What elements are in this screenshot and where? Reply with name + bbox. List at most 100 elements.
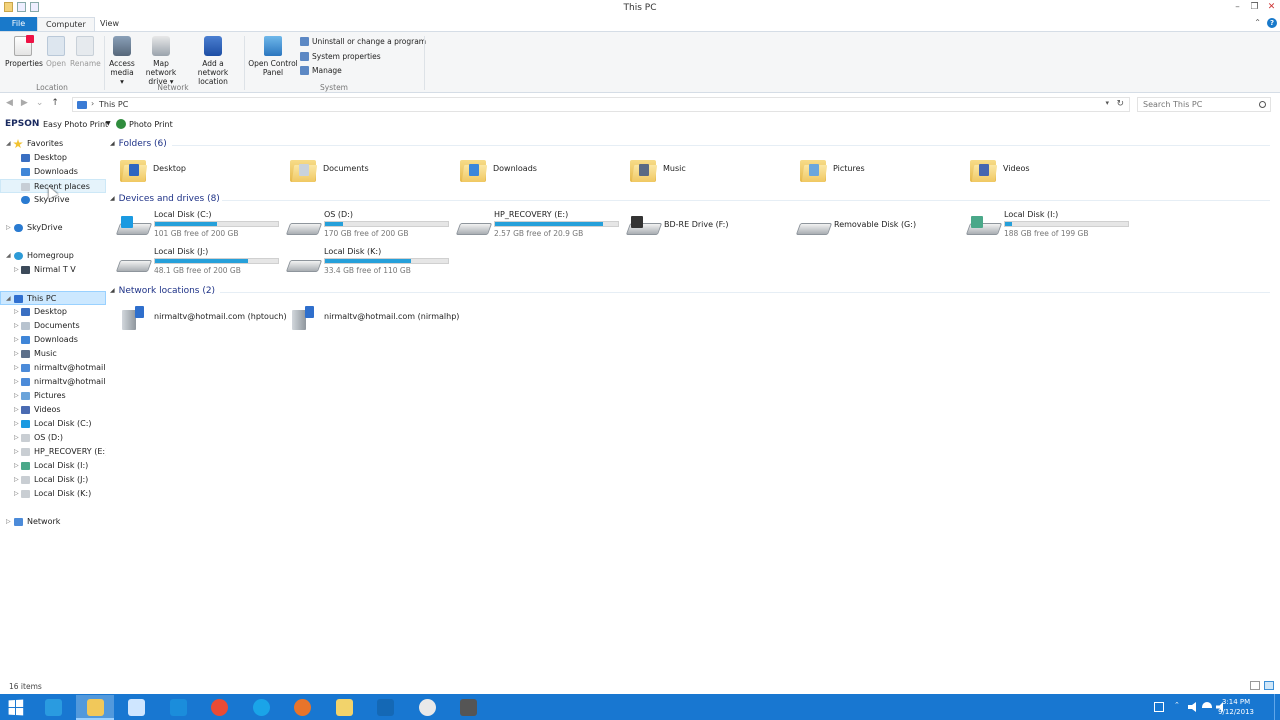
- open-control-panel-button[interactable]: Open Control Panel: [248, 36, 298, 77]
- wifi-icon[interactable]: [1202, 702, 1212, 712]
- recent-chevron-icon[interactable]: ⌄: [36, 98, 44, 108]
- taskbar-sketch-button[interactable]: [117, 695, 155, 720]
- drive-tile[interactable]: Local Disk (C:) 101 GB free of 200 GB: [110, 210, 279, 244]
- nav-pc-pictures[interactable]: ▷ Pictures: [0, 389, 106, 403]
- minimize-ribbon-icon[interactable]: ⌃: [1254, 18, 1261, 28]
- nav-homegroup[interactable]: ◢ Homegroup: [0, 249, 106, 263]
- network-location-tile[interactable]: nirmaltv@hotmail.com (hptouch): [110, 302, 287, 336]
- nav-fav-downloads[interactable]: Downloads: [0, 165, 106, 179]
- expand-arrow-icon[interactable]: ▷: [14, 361, 21, 375]
- nav-pc-drive-i[interactable]: ▷ Local Disk (I:): [0, 459, 106, 473]
- nav-pc-network-location-1[interactable]: ▷ nirmaltv@hotmail.c: [0, 361, 106, 375]
- refresh-icon[interactable]: ↻: [1116, 99, 1124, 109]
- taskbar-start-ie-button[interactable]: [34, 695, 72, 720]
- uninstall-program-button[interactable]: Uninstall or change a program: [300, 37, 426, 46]
- expand-arrow-icon[interactable]: ▷: [14, 347, 21, 361]
- group-network-header[interactable]: ◢ Network locations (2): [110, 286, 215, 296]
- nav-pc-videos[interactable]: ▷ Videos: [0, 403, 106, 417]
- search-box[interactable]: [1137, 97, 1271, 112]
- rename-button[interactable]: Rename: [70, 36, 101, 68]
- help-icon[interactable]: ?: [1267, 18, 1277, 28]
- folder-tile[interactable]: Videos: [960, 154, 1128, 188]
- flag-icon[interactable]: [1188, 702, 1196, 712]
- clock[interactable]: 3:14 PM 9/12/2013: [1218, 697, 1254, 717]
- open-button[interactable]: Open: [44, 36, 68, 68]
- expand-arrow-icon[interactable]: ▷: [14, 473, 21, 487]
- nav-pc-drive-j[interactable]: ▷ Local Disk (J:): [0, 473, 106, 487]
- access-media-button[interactable]: Access media ▾: [108, 36, 136, 86]
- collapse-arrow-icon[interactable]: ◢: [110, 287, 115, 294]
- minimize-button[interactable]: –: [1229, 0, 1246, 14]
- maximize-button[interactable]: ❐: [1246, 0, 1263, 14]
- details-view-icon[interactable]: [1250, 681, 1260, 690]
- start-button-icon[interactable]: [8, 699, 25, 716]
- nav-homegroup-user[interactable]: ▷ Nirmal T V: [0, 263, 106, 277]
- taskbar-firefox-button[interactable]: [283, 695, 321, 720]
- search-icon[interactable]: [1259, 101, 1266, 108]
- collapse-arrow-icon[interactable]: ◢: [6, 249, 13, 263]
- collapse-arrow-icon[interactable]: ◢: [110, 140, 115, 147]
- drive-tile[interactable]: Local Disk (J:) 48.1 GB free of 200 GB: [110, 247, 279, 281]
- group-devices-header[interactable]: ◢ Devices and drives (8): [110, 194, 220, 204]
- taskbar-folder-button[interactable]: [325, 695, 363, 720]
- manage-button[interactable]: Manage: [300, 66, 342, 75]
- taskbar-talk-button[interactable]: [408, 695, 446, 720]
- properties-button[interactable]: Properties: [5, 35, 43, 68]
- drive-tile[interactable]: OS (D:) 170 GB free of 200 GB: [280, 210, 449, 244]
- taskbar-chrome-button[interactable]: [200, 695, 238, 720]
- drive-tile[interactable]: Local Disk (K:) 33.4 GB free of 110 GB: [280, 247, 449, 281]
- group-folders-header[interactable]: ◢ Folders (6): [110, 139, 167, 149]
- nav-pc-music[interactable]: ▷ Music: [0, 347, 106, 361]
- search-input[interactable]: [1143, 100, 1253, 109]
- nav-pc-desktop[interactable]: ▷ Desktop: [0, 305, 106, 319]
- expand-arrow-icon[interactable]: ▷: [14, 445, 21, 459]
- nav-fav-desktop[interactable]: Desktop: [0, 151, 106, 165]
- map-network-drive-button[interactable]: Map network drive ▾: [137, 36, 185, 86]
- collapse-arrow-icon[interactable]: ◢: [6, 292, 13, 304]
- network-location-tile[interactable]: nirmaltv@hotmail.com (nirmalhp): [280, 302, 459, 336]
- address-dropdown-icon[interactable]: ▾: [1105, 99, 1109, 107]
- nav-network[interactable]: ▷ Network: [0, 515, 106, 529]
- keyboard-icon[interactable]: [1154, 702, 1164, 712]
- breadcrumb-this-pc[interactable]: This PC: [99, 100, 128, 109]
- nav-pc-drive-k[interactable]: ▷ Local Disk (K:): [0, 487, 106, 501]
- folder-tile[interactable]: Music: [620, 154, 788, 188]
- easy-photo-print-button[interactable]: Easy Photo Print: [43, 120, 108, 129]
- drive-tile[interactable]: Local Disk (I:) 188 GB free of 199 GB: [960, 210, 1129, 244]
- expand-arrow-icon[interactable]: ▷: [14, 389, 21, 403]
- drive-tile[interactable]: Removable Disk (G:): [790, 210, 958, 244]
- taskbar-twitter-button[interactable]: [159, 695, 197, 720]
- folder-tile[interactable]: Desktop: [110, 154, 278, 188]
- nav-favorites[interactable]: ◢ Favorites: [0, 137, 106, 151]
- expand-arrow-icon[interactable]: ▷: [14, 305, 21, 319]
- nav-this-pc[interactable]: ◢ This PC: [0, 291, 106, 305]
- expand-arrow-icon[interactable]: ▷: [14, 417, 21, 431]
- folder-tile[interactable]: Documents: [280, 154, 448, 188]
- taskbar-file-explorer-button[interactable]: [75, 695, 114, 720]
- expand-arrow-icon[interactable]: ▷: [14, 459, 21, 473]
- expand-arrow-icon[interactable]: ▷: [14, 375, 21, 389]
- nav-pc-downloads[interactable]: ▷ Downloads: [0, 333, 106, 347]
- taskbar-outlook-button[interactable]: [366, 695, 404, 720]
- nav-pc-drive-c[interactable]: ▷ Local Disk (C:): [0, 417, 106, 431]
- expand-arrow-icon[interactable]: ▷: [14, 333, 21, 347]
- nav-pc-network-location-2[interactable]: ▷ nirmaltv@hotmail.c: [0, 375, 106, 389]
- folder-tile[interactable]: Downloads: [450, 154, 618, 188]
- nav-skydrive[interactable]: ▷ SkyDrive: [0, 221, 106, 235]
- expand-arrow-icon[interactable]: ▷: [6, 221, 13, 235]
- system-properties-button[interactable]: System properties: [300, 52, 381, 61]
- up-arrow-icon[interactable]: ↑: [51, 98, 59, 108]
- back-arrow-icon[interactable]: ◀: [6, 98, 13, 108]
- photo-print-button[interactable]: Photo Print: [129, 120, 173, 129]
- tiles-view-icon[interactable]: [1264, 681, 1274, 690]
- tab-file[interactable]: File: [0, 17, 37, 31]
- dropdown-arrow-icon[interactable]: ▼: [106, 120, 111, 127]
- breadcrumb-chevron-icon[interactable]: ›: [91, 99, 94, 108]
- show-desktop-button[interactable]: [1274, 694, 1280, 720]
- nav-pc-documents[interactable]: ▷ Documents: [0, 319, 106, 333]
- address-bar[interactable]: › This PC ▾ ↻: [72, 97, 1130, 112]
- expand-arrow-icon[interactable]: ▷: [14, 263, 21, 277]
- nav-pc-drive-e[interactable]: ▷ HP_RECOVERY (E:): [0, 445, 106, 459]
- tab-computer[interactable]: Computer: [37, 17, 95, 31]
- tab-view[interactable]: View: [92, 17, 127, 31]
